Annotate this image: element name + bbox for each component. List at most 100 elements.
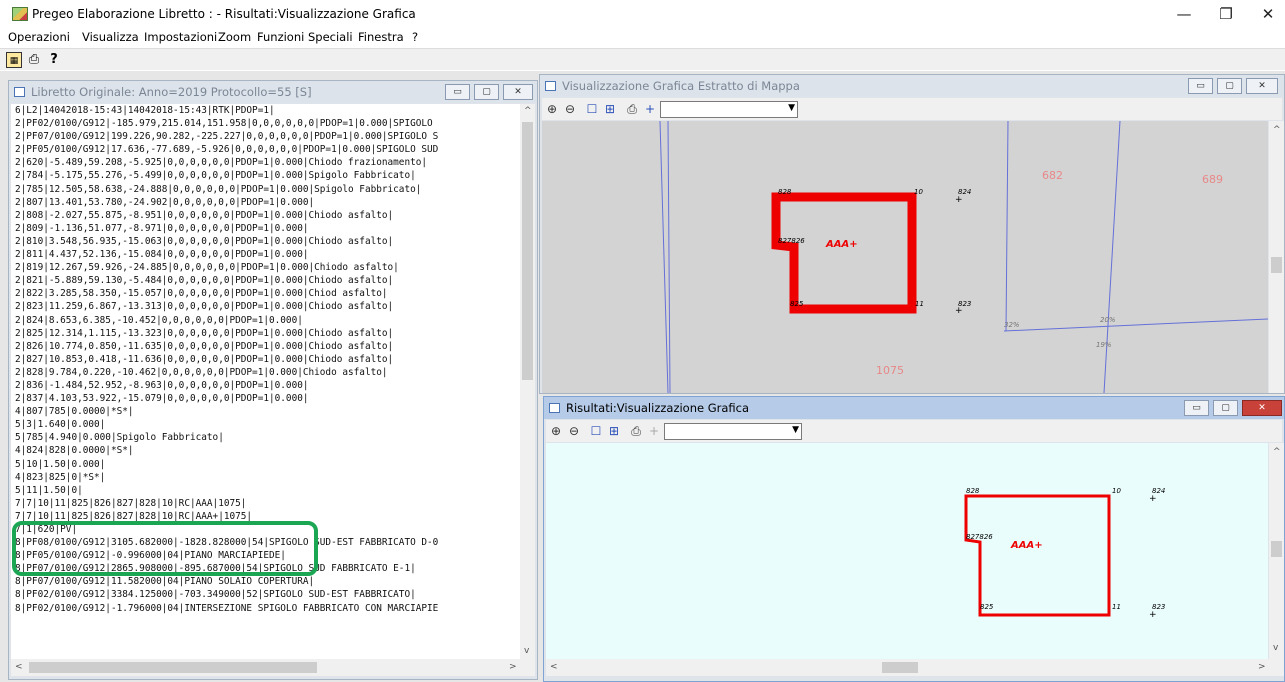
scroll-right-icon[interactable]: > <box>509 662 517 672</box>
crosshair-icon[interactable]: + <box>646 423 662 439</box>
select-rect-icon[interactable]: ☐ <box>584 101 600 117</box>
point-label: 827826 <box>778 237 805 245</box>
close-button[interactable]: ✕ <box>503 84 533 100</box>
libretto-line: 2|837|4.103,53.922,-15.079|0,0,0,0,0,0|P… <box>15 393 309 405</box>
scale-select[interactable]: ▼ <box>664 423 802 440</box>
menu-zoom[interactable]: Zoom <box>218 30 251 44</box>
building-label: AAA+ <box>1010 540 1043 551</box>
help-icon[interactable]: ? <box>46 52 62 68</box>
window-title: Pregeo Elaborazione Libretto : - Risulta… <box>32 7 416 21</box>
zoom-window-icon[interactable]: ⊞ <box>606 423 622 439</box>
menu-funzioni-speciali[interactable]: Funzioni Speciali <box>257 30 353 44</box>
scroll-thumb[interactable] <box>522 122 533 380</box>
point-marker: + <box>1149 610 1157 620</box>
vertical-scrollbar[interactable]: ^ v <box>1269 443 1284 659</box>
minimize-button[interactable]: ▭ <box>1184 400 1209 416</box>
scroll-thumb[interactable] <box>1271 257 1282 273</box>
scroll-up-icon[interactable]: ^ <box>524 106 532 116</box>
menu-impostazioni[interactable]: Impostazioni <box>144 30 217 44</box>
maximize-button[interactable]: ▢ <box>474 84 499 100</box>
risultati-toolbar: ⊕ ⊖ ☐ ⊞ ⎙ + ▼ <box>546 420 1282 442</box>
risultati-window: Risultati:Visualizzazione Grafica ▭ ▢ ✕ … <box>543 396 1285 682</box>
scroll-thumb[interactable] <box>1271 541 1282 557</box>
restore-icon[interactable]: ❐ <box>1214 4 1238 24</box>
scroll-left-icon[interactable]: < <box>15 662 23 672</box>
point-label: 11 <box>1112 603 1121 611</box>
libretto-line: 2|PF02/0100/G912|-185.979,215.014,151.95… <box>15 118 439 130</box>
zoom-window-icon[interactable]: ⊞ <box>602 101 618 117</box>
scroll-thumb[interactable] <box>29 662 317 673</box>
point-label: 11 <box>915 300 924 308</box>
mappa-title: Visualizzazione Grafica Estratto di Mapp… <box>562 79 800 93</box>
zoom-out-icon[interactable]: ⊖ <box>562 101 578 117</box>
risultati-title-bar: Risultati:Visualizzazione Grafica ▭ ▢ ✕ <box>544 397 1284 419</box>
maximize-button[interactable]: ▢ <box>1213 400 1238 416</box>
minimize-icon[interactable]: — <box>1172 4 1196 24</box>
parcel-line <box>667 121 671 393</box>
libretto-line: 4|807|785|0.0000|*S*| <box>15 406 134 418</box>
point-label: 10 <box>1112 487 1121 495</box>
mappa-drawing: 682 689 1075 AAA+ 828 10 824 + 827826 82… <box>659 121 1268 393</box>
building-label: AAA+ <box>825 239 858 250</box>
main-toolbar: ▦ ⎙ ? <box>0 48 1285 70</box>
point-label: 828 <box>778 188 792 196</box>
point-label: 10 <box>914 188 923 196</box>
libretto-line: 2|PF05/0100/G912|17.636,-77.689,-5.926|0… <box>15 144 439 156</box>
horizontal-scrollbar[interactable]: < > <box>546 659 1284 676</box>
zoom-in-icon[interactable]: ⊕ <box>544 101 560 117</box>
printer-icon[interactable]: ⎙ <box>26 52 42 68</box>
risultati-canvas[interactable]: AAA+ 828 10 824 + 827826 825 11 823 + <box>546 443 1268 659</box>
chevron-down-icon[interactable]: ▼ <box>792 425 799 435</box>
menu-finestra[interactable]: Finestra <box>358 30 404 44</box>
printer-icon[interactable]: ⎙ <box>628 423 644 439</box>
printer-icon[interactable]: ⎙ <box>624 101 640 117</box>
libretto-line: 5|10|1.50|0.000| <box>15 458 106 470</box>
close-button[interactable]: ✕ <box>1242 400 1282 416</box>
vertical-scrollbar[interactable]: ^ <box>1269 121 1284 393</box>
libretto-line: 2|819|12.267,59.926,-24.885|0,0,0,0,0,0|… <box>15 262 399 274</box>
window-icon <box>545 81 556 91</box>
scale-select[interactable]: ▼ <box>660 101 798 118</box>
close-button[interactable]: ✕ <box>1246 78 1278 94</box>
libretto-line: 2|827|10.853,0.418,-11.636|0,0,0,0,0,0|P… <box>15 353 394 365</box>
minimize-button[interactable]: ▭ <box>445 84 470 100</box>
parcel-number: 689 <box>1202 173 1223 186</box>
scroll-thumb[interactable] <box>882 662 918 673</box>
libretto-line: 2|836|-1.484,52.952,-8.963|0,0,0,0,0,0|P… <box>15 379 309 391</box>
chevron-down-icon[interactable]: ▼ <box>788 103 795 113</box>
point-label: 825 <box>790 300 804 308</box>
horizontal-scrollbar[interactable]: < > <box>11 659 535 676</box>
libretto-window: Libretto Originale: Anno=2019 Protocollo… <box>8 80 538 680</box>
point-marker: + <box>955 195 963 205</box>
select-rect-icon[interactable]: ☐ <box>588 423 604 439</box>
grid-table-icon[interactable]: ▦ <box>6 52 22 68</box>
close-icon[interactable]: ✕ <box>1256 4 1280 24</box>
scroll-up-icon[interactable]: ^ <box>1273 125 1281 135</box>
mappa-canvas[interactable]: 682 689 1075 AAA+ 828 10 824 + 827826 82… <box>542 121 1268 393</box>
maximize-button[interactable]: ▢ <box>1217 78 1242 94</box>
point-label: 828 <box>966 487 980 495</box>
minimize-button[interactable]: ▭ <box>1188 78 1213 94</box>
zoom-in-icon[interactable]: ⊕ <box>548 423 564 439</box>
scroll-down-icon[interactable]: v <box>1273 643 1278 653</box>
libretto-title: Libretto Originale: Anno=2019 Protocollo… <box>31 85 312 99</box>
mappa-window: Visualizzazione Grafica Estratto di Mapp… <box>539 74 1285 394</box>
libretto-line: 2|PF07/0100/G912|199.226,90.282,-225.227… <box>15 131 439 143</box>
scroll-left-icon[interactable]: < <box>550 662 558 672</box>
menu-visualizza[interactable]: Visualizza <box>82 30 139 44</box>
mappa-toolbar: ⊕ ⊖ ☐ ⊞ ⎙ + ▼ <box>542 98 1282 120</box>
menu-operazioni[interactable]: Operazioni <box>8 30 70 44</box>
scroll-down-icon[interactable]: v <box>524 646 529 656</box>
zoom-out-icon[interactable]: ⊖ <box>566 423 582 439</box>
libretto-line: 8|PF02/0100/G912|3384.125000|-703.349000… <box>15 589 416 601</box>
scroll-up-icon[interactable]: ^ <box>1273 447 1281 457</box>
vertical-scrollbar[interactable]: ^ v <box>520 104 535 659</box>
libretto-line: 6|L2|14042018-15:43|14042018-15:43|RTK|P… <box>15 105 275 116</box>
risultati-drawing: AAA+ 828 10 824 + 827826 825 11 823 + <box>964 487 1165 620</box>
libretto-line: 5|3|1.640|0.000| <box>15 419 106 431</box>
libretto-line: 2|822|3.285,58.350,-15.057|0,0,0,0,0,0|P… <box>15 288 388 300</box>
menu-help[interactable]: ? <box>412 30 418 44</box>
scroll-right-icon[interactable]: > <box>1258 662 1266 672</box>
libretto-line: 5|11|1.50|0| <box>15 484 83 496</box>
crosshair-icon[interactable]: + <box>642 101 658 117</box>
